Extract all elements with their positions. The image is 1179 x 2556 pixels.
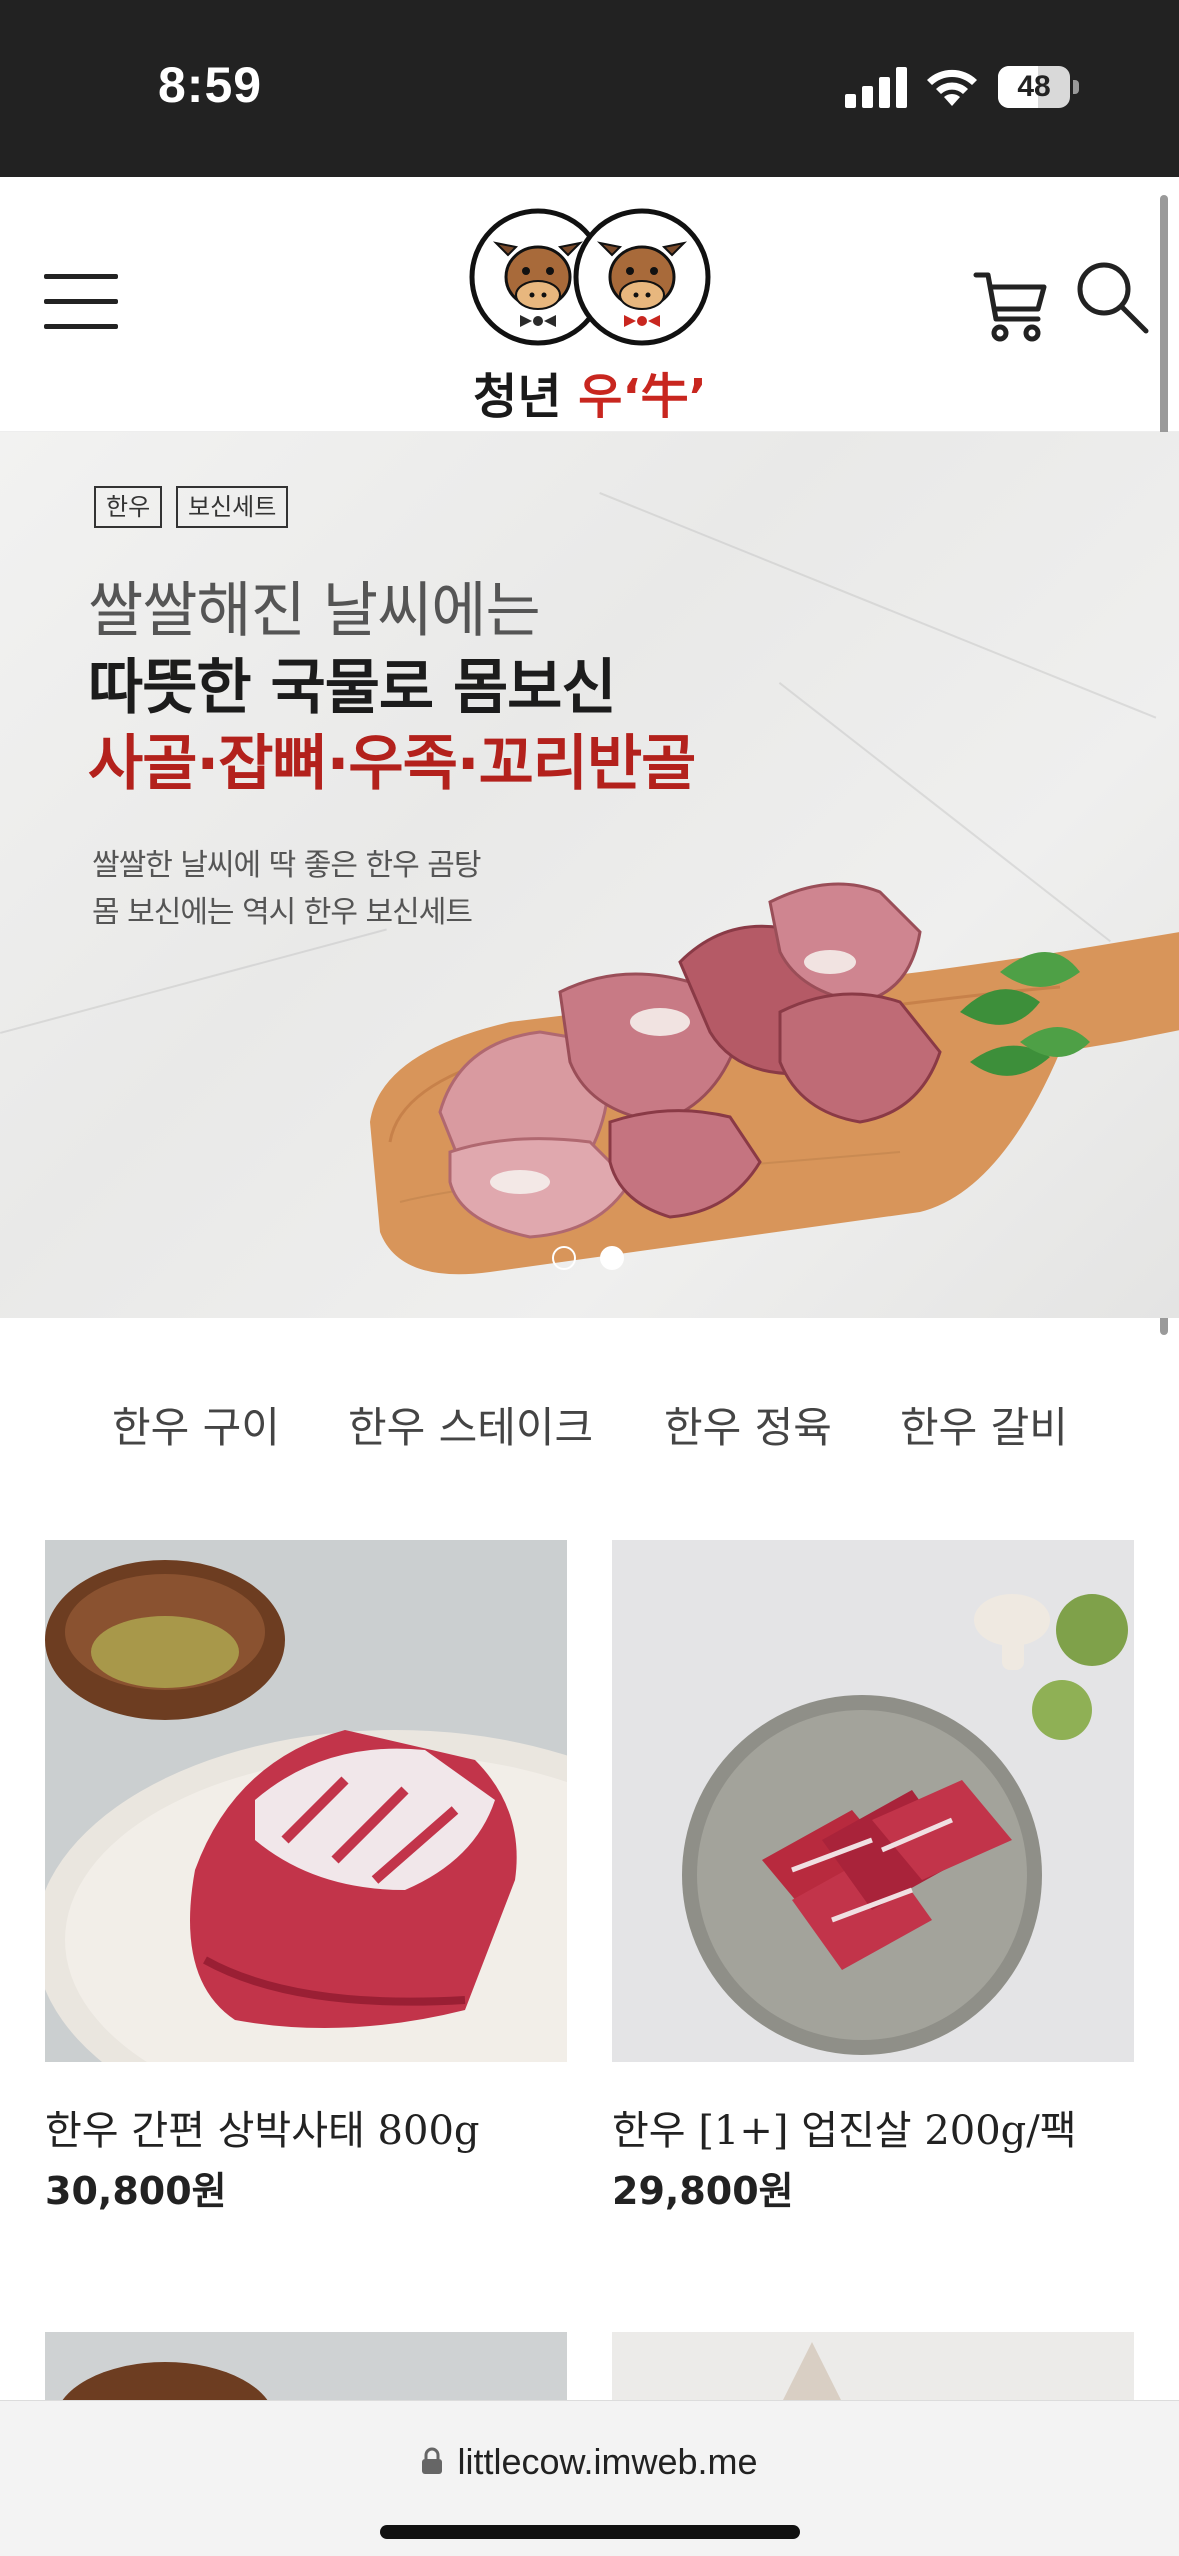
wifi-icon xyxy=(927,69,977,106)
banner-tag-set: 보신세트 xyxy=(176,486,289,528)
carousel-dot-1[interactable] xyxy=(552,1246,576,1270)
category-tabs: 한우 구이 한우 스테이크 한우 정육 한우 갈비 xyxy=(0,1318,1179,1538)
product-image-partial[interactable] xyxy=(612,2332,1134,2402)
product-image[interactable] xyxy=(612,1540,1134,2062)
carousel-indicator[interactable] xyxy=(552,1246,632,1274)
cart-icon[interactable] xyxy=(972,263,1050,343)
tab-hanwoo-ribs[interactable]: 한우 갈비 xyxy=(900,1394,1068,1455)
banner-headline-3: 사골·잡뼈·우족·꼬리반골 xyxy=(88,729,696,799)
battery-indicator: 48 xyxy=(998,66,1079,108)
tab-hanwoo-steak[interactable]: 한우 스테이크 xyxy=(348,1394,593,1455)
product-image[interactable] xyxy=(45,1540,567,2062)
battery-level-text: 48 xyxy=(1017,70,1051,103)
search-icon[interactable] xyxy=(1074,259,1150,335)
tab-hanwoo-butcher[interactable]: 한우 정육 xyxy=(664,1394,832,1455)
menu-icon[interactable] xyxy=(44,272,118,332)
status-bar: 8:59 48 xyxy=(0,0,1179,177)
url-display[interactable]: littlecow.imweb.me xyxy=(0,2441,1179,2483)
site-header: 청년 우‘牛’ xyxy=(0,177,1179,432)
product-name[interactable]: 한우 간편 상박사태 800g xyxy=(45,2098,480,2156)
product-price: 29,800원 xyxy=(612,2169,794,2213)
status-time: 8:59 xyxy=(158,57,263,113)
home-indicator[interactable] xyxy=(380,2525,800,2539)
banner-headline-1: 쌀쌀해진 날씨에는 xyxy=(88,576,541,646)
tab-hanwoo-grill[interactable]: 한우 구이 xyxy=(112,1394,280,1455)
product-image-partial[interactable] xyxy=(45,2332,567,2402)
browser-url-bar[interactable]: littlecow.imweb.me xyxy=(0,2400,1179,2556)
promo-banner[interactable]: 한우 보신세트 쌀쌀해진 날씨에는 따뜻한 국물로 몸보신 사골·잡뼈·우족·꼬… xyxy=(0,432,1179,1318)
lock-icon xyxy=(422,2448,443,2475)
banner-tag-hanwoo: 한우 xyxy=(94,486,163,528)
cellular-signal-icon xyxy=(845,67,907,108)
site-logo[interactable]: 청년 우‘牛’ xyxy=(462,207,718,425)
beef-bones-image xyxy=(370,882,1179,1275)
product-price: 30,800원 xyxy=(45,2169,227,2213)
product-name[interactable]: 한우 [1+] 업진살 200g/팩 xyxy=(612,2098,1077,2156)
cow-mascot-logo-icon xyxy=(469,208,711,346)
banner-headline-2: 따뜻한 국물로 몸보신 xyxy=(88,653,617,723)
carousel-dot-2[interactable] xyxy=(600,1246,624,1270)
url-text: littlecow.imweb.me xyxy=(457,2441,758,2482)
logo-text: 청년 우‘牛’ xyxy=(473,369,707,425)
